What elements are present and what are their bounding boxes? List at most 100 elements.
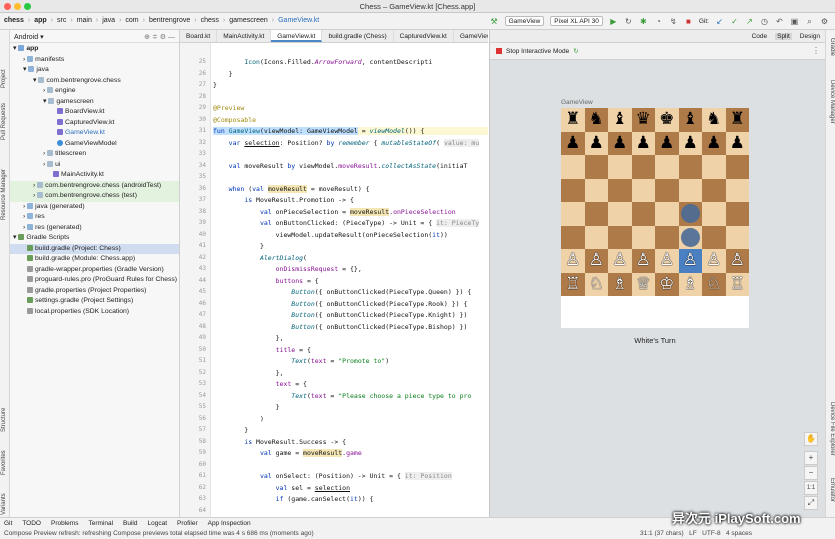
code-line[interactable]: val onSelect: (Position) -> Unit = { it:… [213,472,452,480]
code-line[interactable]: val onButtonClicked: (PieceType) -> Unit… [213,219,480,227]
board-square[interactable]: ♚ [655,108,679,132]
board-square[interactable] [608,225,632,249]
tree-item[interactable]: ▾ java [10,65,179,76]
tree-item[interactable]: › ui [10,160,179,171]
emulator-tool-tab[interactable]: Emulator [829,478,835,502]
code-line[interactable]: } [213,426,248,434]
board-square[interactable] [584,225,608,249]
code-line[interactable]: ) [213,415,264,423]
git-update-icon[interactable]: ↙ [715,17,724,26]
app-inspection-tool-tab[interactable]: App Inspection [208,520,251,527]
indent-setting[interactable]: 4 spaces [726,530,752,537]
tree-item[interactable]: BoardView.kt [10,107,179,118]
code-line-current[interactable]: fun GameView(viewModel: GameViewModel = … [213,127,488,135]
game-view-preview[interactable]: ♜ ♞ ♝ ♛ ♚ ♝ ♞ ♜ ♟ ♟ ♟ ♟ ♟ ♟ ♟ ♟ ♙ ♙ ♙ ♙ ♙ ♙ ♙ ♙ ♖ ♘ ♗ ♕ ♔ ♗ ♘ ♖ [561,108,749,328]
breadcrumb-item[interactable]: main [77,17,92,24]
board-square[interactable]: ♘ [584,272,608,296]
board-square[interactable] [631,178,655,202]
tree-item[interactable]: GameView.kt [10,128,179,139]
code-line[interactable] [213,173,217,181]
todo-tool-tab[interactable]: TODO [22,520,41,527]
search-icon[interactable]: ⌕ [805,17,814,26]
debug-icon[interactable]: ✱ [639,17,648,26]
tree-item[interactable]: › com.bentrengrove.chess (test) [10,191,179,202]
board-square[interactable]: ♔ [655,272,679,296]
breadcrumb-item[interactable]: bentrengrove [149,17,190,24]
device-select[interactable]: Pixel XL API 30 [550,16,603,26]
code-line[interactable]: AlertDialog( [213,254,307,262]
code-line[interactable] [213,461,217,469]
board-square[interactable] [561,155,585,179]
pan-icon[interactable]: ✋ [804,432,818,446]
board-square[interactable] [678,155,702,179]
code-line[interactable]: viewModel.updateResult(onPieceSelection(… [213,231,448,239]
refresh-icon[interactable]: ↻ [573,47,578,55]
code-line[interactable]: Button({ onButtonClicked(PieceType.Rook)… [213,300,467,308]
tab-build-gradle[interactable]: build.gradle (Chess) [322,30,394,42]
board-square[interactable] [631,155,655,179]
code-line[interactable]: text = { [213,380,307,388]
board-square[interactable] [608,155,632,179]
board-square[interactable]: ♝ [678,108,702,132]
code-line[interactable]: Button({ onButtonClicked(PieceType.Knigh… [213,311,467,319]
code-line[interactable]: } [213,81,217,89]
build-tool-tab[interactable]: Build [123,520,137,527]
board-square[interactable] [702,202,726,226]
gradle-tool-tab[interactable]: Gradle [829,38,835,56]
board-square[interactable]: ♜ [725,108,749,132]
board-square[interactable]: ♙ [678,249,702,273]
board-square[interactable] [725,225,749,249]
stop-icon[interactable]: ■ [684,17,693,26]
code-line[interactable]: Icon(Icons.Filled.ArrowForward, contentD… [213,58,432,66]
code-line[interactable]: @Preview [213,104,244,112]
board-square[interactable] [655,155,679,179]
tree-item[interactable]: local.properties (SDK Location) [10,307,179,318]
code-line[interactable]: val sel = selection [213,484,350,492]
tree-item[interactable]: CapturedView.kt [10,118,179,129]
board-square[interactable] [702,155,726,179]
board-square[interactable] [725,178,749,202]
rollback-icon[interactable]: ↶ [775,17,784,26]
board-square[interactable] [608,178,632,202]
zoom-out-button[interactable]: − [804,466,818,480]
tree-item[interactable]: › com.bentrengrove.chess (androidTest) [10,180,179,191]
tree-item[interactable]: ▾ com.bentrengrove.chess [10,76,179,87]
problems-tool-tab[interactable]: Problems [51,520,78,527]
board-square[interactable] [725,202,749,226]
board-square[interactable] [561,225,585,249]
board-square[interactable]: ♙ [725,249,749,273]
breadcrumb-item[interactable]: app [34,17,46,24]
board-square[interactable]: ♟ [608,131,632,155]
board-square[interactable]: ♟ [655,131,679,155]
board-square[interactable] [584,155,608,179]
tree-item[interactable]: build.gradle (Module: Chess.app) [10,254,179,265]
board-square[interactable]: ♙ [631,249,655,273]
code-line[interactable]: title = { [213,346,311,354]
structure-tool-tab[interactable]: Structure [1,408,7,432]
line-separator[interactable]: LF [689,530,697,537]
rerun-icon[interactable]: ↻ [624,17,633,26]
tree-item[interactable]: › java (generated) [10,202,179,213]
breadcrumb-item[interactable]: com [125,17,138,24]
board-square[interactable]: ♙ [584,249,608,273]
code-line[interactable]: when (val moveResult = moveResult) { [213,184,370,193]
code-line[interactable]: } [213,242,264,250]
tree-item[interactable]: › manifests [10,55,179,66]
code-line[interactable]: onDismissRequest = {}, [213,265,362,273]
code-line[interactable]: } [213,403,280,411]
design-mode-button[interactable]: Design [800,33,820,40]
tree-item[interactable]: settings.gradle (Project Settings) [10,296,179,307]
board-square[interactable]: ♖ [561,272,585,296]
breadcrumb-item[interactable]: GameView.kt [278,17,319,24]
breadcrumb-item[interactable]: gamescreen [229,17,268,24]
breadcrumb-item[interactable]: src [57,17,66,24]
tree-item[interactable]: gradle-wrapper.properties (Gradle Versio… [10,265,179,276]
history-icon[interactable]: ◷ [760,17,769,26]
code-line[interactable]: is MoveResult.Success -> { [213,438,346,446]
code-line[interactable] [213,150,217,158]
file-encoding[interactable]: UTF-8 [702,530,720,537]
board-square[interactable]: ♖ [725,272,749,296]
tree-item[interactable]: proguard-rules.pro (ProGuard Rules for C… [10,275,179,286]
board-square[interactable] [702,178,726,202]
sdk-manager-icon[interactable]: ▣ [790,17,799,26]
